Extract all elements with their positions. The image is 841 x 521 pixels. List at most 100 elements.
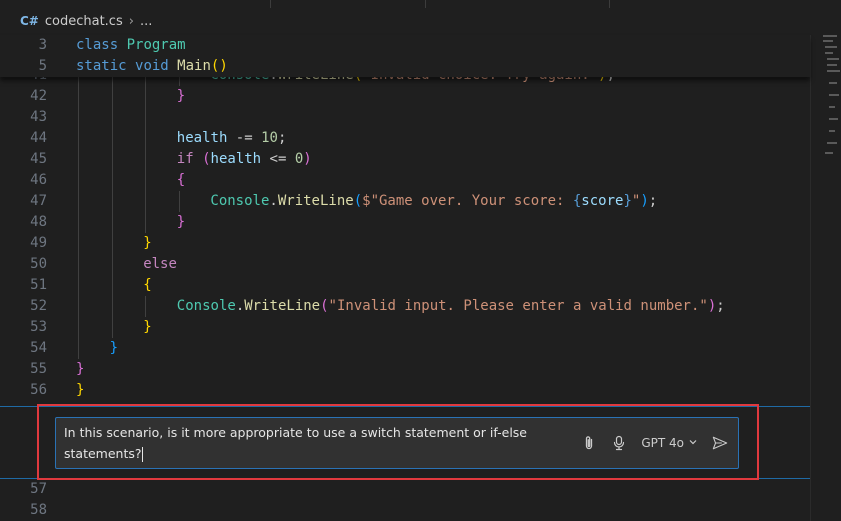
line-number: 51 [30,277,47,293]
breadcrumb-symbol[interactable]: ... [140,14,152,29]
indent-guide [145,212,147,233]
line-number: 43 [30,109,47,125]
line-number: 53 [30,319,47,335]
indent-guide [145,149,147,170]
minimap-mark [827,58,839,60]
indent-guide [111,212,113,233]
code-token: class [76,37,119,53]
code-token: } [109,340,119,356]
minimap-mark [829,94,839,96]
highlight-annotation [37,404,759,480]
csharp-file-icon: C# [20,14,39,28]
line-number: 50 [30,256,47,272]
indent-guide [78,275,79,296]
code-token: ; [277,130,287,146]
code-line[interactable]: 48} [0,212,810,233]
code-token: WriteLine [244,298,321,314]
minimap-mark [823,35,837,37]
line-number: 56 [30,382,47,398]
tab-divider [270,0,271,8]
code-token: { [176,172,186,188]
code-line[interactable]: 3 class Program [0,35,810,56]
code-token: void [135,58,169,74]
indent-guide [111,275,113,296]
code-line[interactable]: 49} [0,233,810,254]
code-line[interactable]: 57 [0,479,810,500]
line-number: 54 [30,340,47,356]
code-token: Main [177,58,211,74]
indent-guide [111,128,113,149]
editor-scrollbar[interactable] [810,35,841,521]
breadcrumb-file[interactable]: codechat.cs [45,14,123,29]
code-line[interactable]: 51 { [0,275,810,296]
code-token: } [143,235,152,251]
code-line[interactable]: 53} [0,317,810,338]
line-number: 52 [30,298,47,314]
line-number: 58 [30,502,47,518]
code-token: . [269,193,278,209]
minimap-mark [827,64,837,66]
code-text: else [143,254,177,275]
sticky-scroll[interactable]: 3 class Program 5 static void Main() [0,35,810,77]
code-text: } [177,212,185,233]
indent-guide [78,191,79,212]
code-token: . [235,298,245,314]
code-token: { [143,277,152,293]
minimap-mark [823,40,833,42]
code-text: if (health <= 0) [177,149,312,170]
indent-guide [78,317,79,338]
code-token: ; [648,193,658,209]
code-token: Console [176,298,236,314]
indent-guide [111,296,113,317]
code-line[interactable]: 44 health -= 10; [0,128,810,149]
code-line[interactable]: 47 Console.WriteLine($"Game over. Your sc… [0,191,810,212]
indent-guide [78,233,79,254]
indent-guide [111,170,113,191]
code-text: } [76,380,84,401]
line-number: 48 [30,214,47,230]
code-line[interactable]: 5 static void Main() [0,56,810,77]
code-line[interactable]: 43 [0,107,810,128]
code-line[interactable]: 46 { [0,170,810,191]
line-number: 44 [30,130,47,146]
code-token: -= [227,130,262,146]
code-line[interactable]: 45 if (health <= 0) [0,149,810,170]
indent-guide [78,149,79,170]
line-number: 46 [30,172,47,188]
code-text: Console.WriteLine($"Game over. Your scor… [210,191,657,212]
code-token: health [176,130,228,146]
line-number: 5 [38,58,47,74]
editor-tab-strip: C# codechat.cs › ... [0,0,841,35]
code-line[interactable]: 52 Console.WriteLine("Invalid input. Plea… [0,296,810,317]
code-token: health [210,151,262,167]
code-token: static [76,58,127,74]
indent-guide [111,149,113,170]
code-line[interactable]: 56} [0,380,810,401]
code-token: } [143,319,152,335]
minimap-mark [829,118,838,120]
code-token: score [581,193,624,209]
code-line[interactable]: 42} [0,86,810,107]
minimap-mark [825,46,837,48]
minimap-mark [829,130,835,132]
code-text: } [76,359,84,380]
code-line[interactable]: 55} [0,359,810,380]
minimap-mark [829,106,835,108]
indent-guide [78,107,79,128]
indent-guide [78,338,79,359]
code-token: () [210,58,228,74]
code-text: { [143,275,151,296]
code-text: class Program [76,35,186,56]
indent-guide [78,296,79,317]
indent-guide [145,107,147,128]
code-line[interactable]: 58 [0,500,810,521]
code-token: ( [353,193,363,209]
code-line[interactable]: 54} [0,338,810,359]
code-line[interactable]: 50 else [0,254,810,275]
indent-guide [78,86,79,107]
indent-guide [111,107,113,128]
code-token: else [143,256,177,272]
indent-guide [145,128,147,149]
